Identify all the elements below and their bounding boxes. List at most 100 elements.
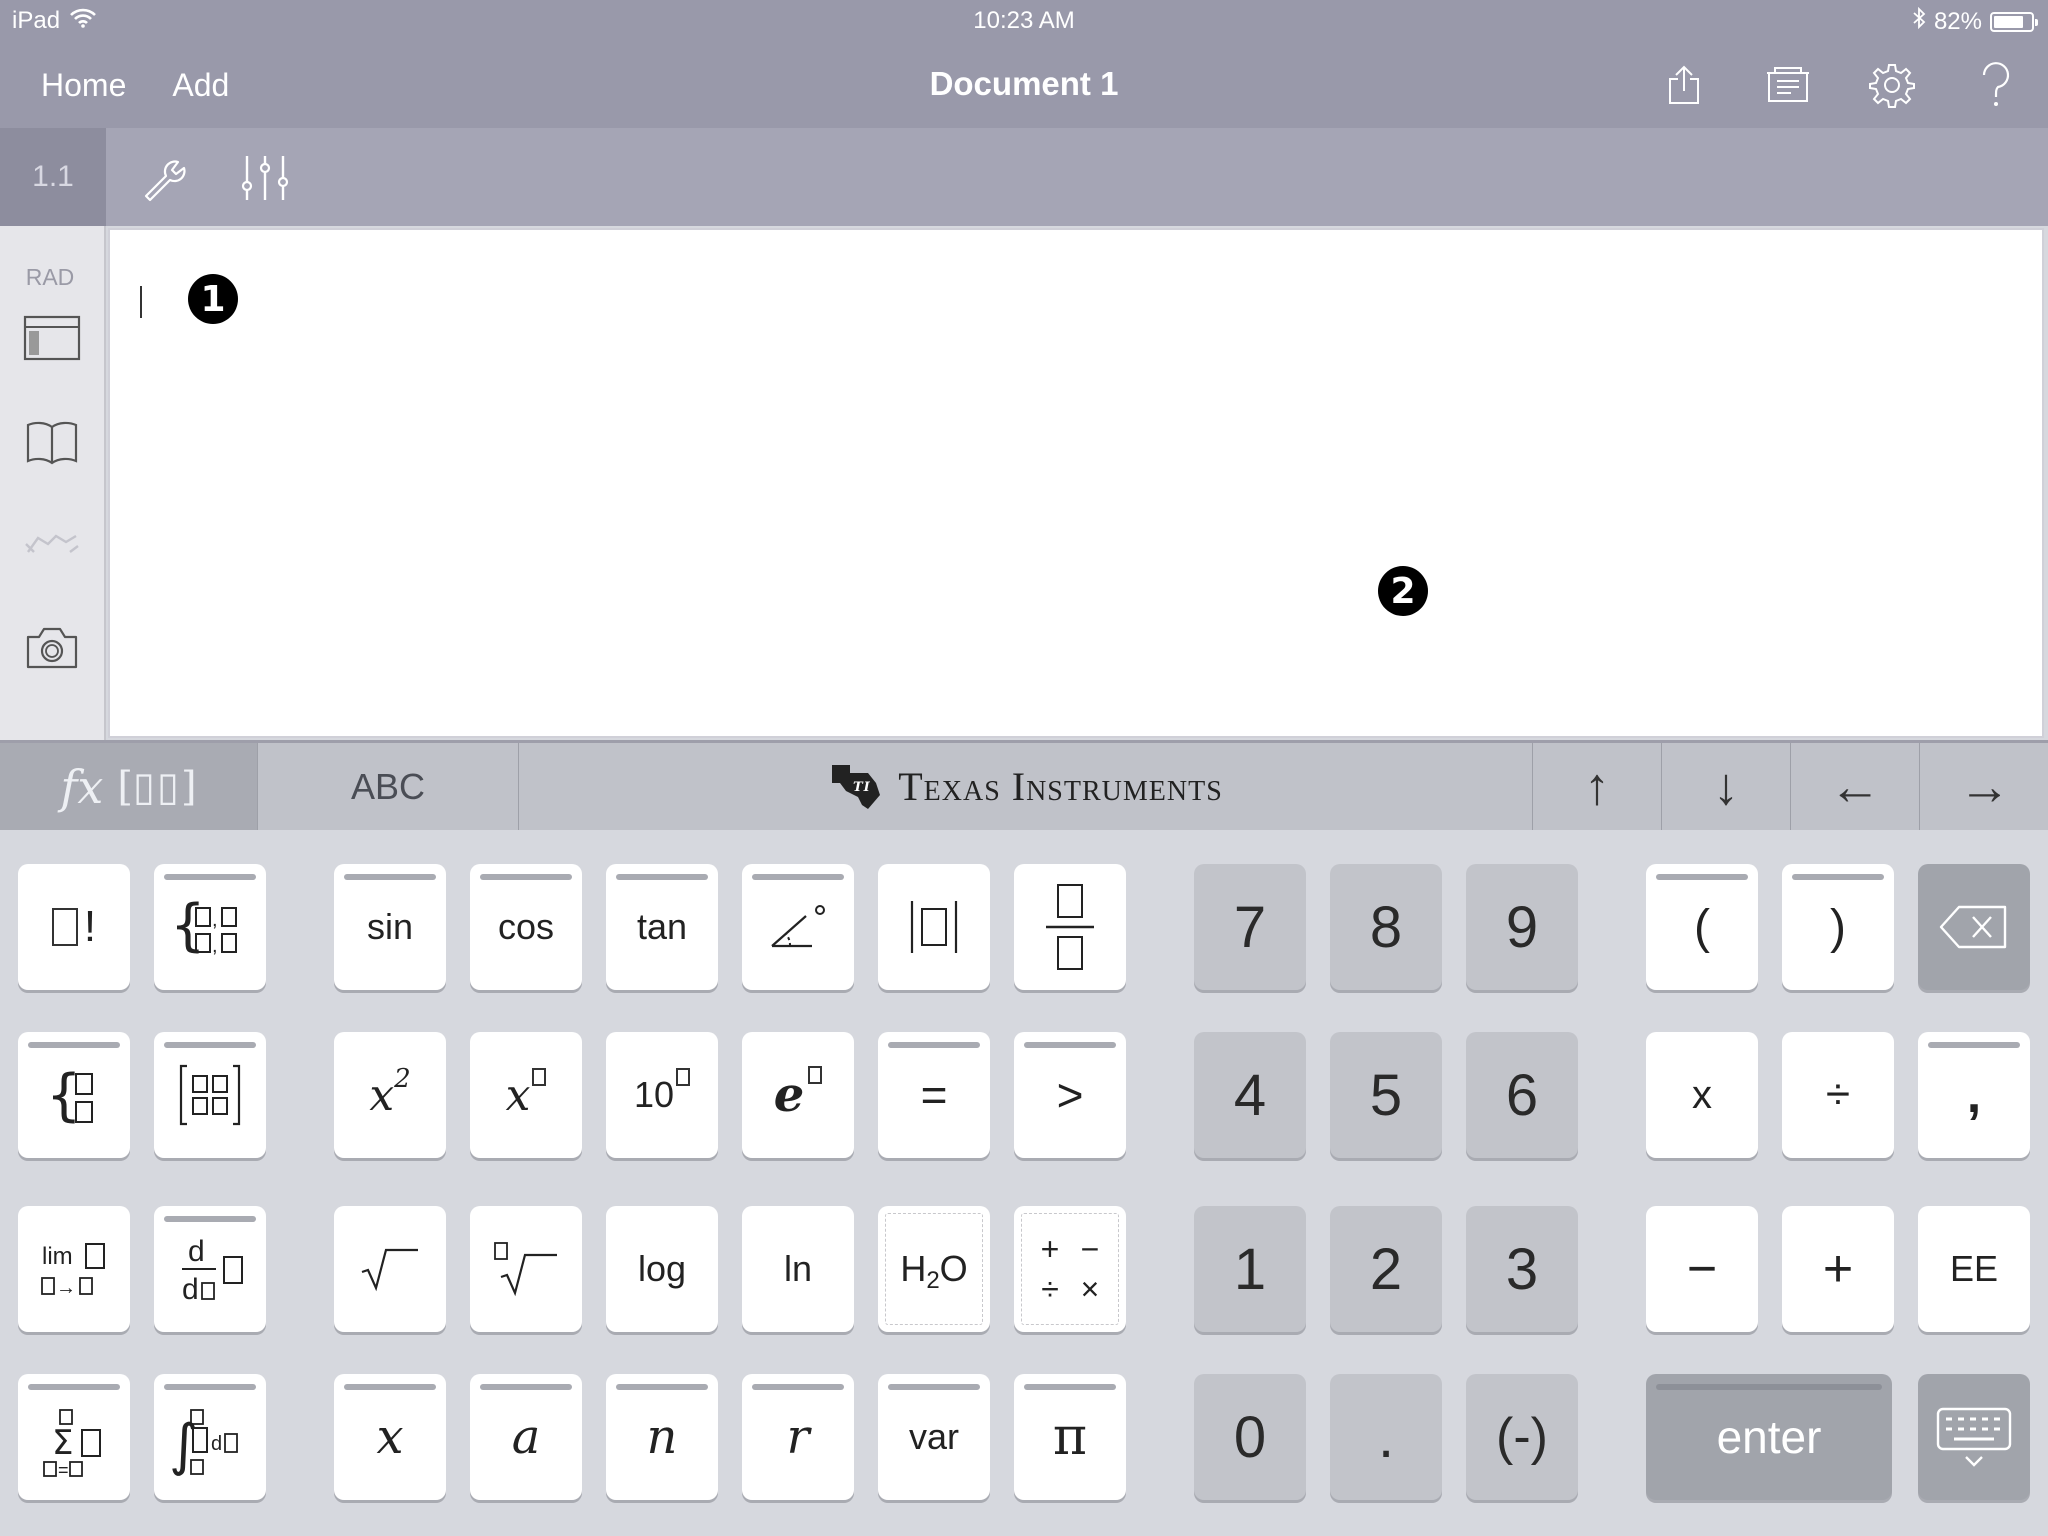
hide-keyboard-key[interactable] <box>1918 1374 2030 1500</box>
ti-state-icon: ti <box>832 764 881 809</box>
sin-key[interactable]: sin <box>334 864 446 990</box>
arrow-left-key[interactable]: ← <box>1791 743 1920 830</box>
fraction-key[interactable] <box>1014 864 1126 990</box>
page-sorter-icon[interactable] <box>20 310 84 366</box>
help-icon[interactable] <box>1944 55 2048 115</box>
digit-5-key[interactable]: 5 <box>1330 1032 1442 1158</box>
add-button[interactable]: Add <box>172 67 229 104</box>
power-key[interactable]: x <box>470 1032 582 1158</box>
gear-icon[interactable] <box>1840 55 1944 115</box>
derivative-key[interactable]: dd <box>154 1206 266 1332</box>
chem-subscript: 2 <box>926 1267 940 1294</box>
minus-key[interactable]: − <box>1646 1206 1758 1332</box>
square-key[interactable]: x2 <box>334 1032 446 1158</box>
negative-key[interactable]: (-) <box>1466 1374 1578 1500</box>
equals-key[interactable]: = <box>878 1032 990 1158</box>
nth-root-key[interactable] <box>470 1206 582 1332</box>
svg-text:lim: lim <box>42 1243 73 1270</box>
var-x-key[interactable]: x <box>334 1374 446 1500</box>
digit-9-key[interactable]: 9 <box>1466 864 1578 990</box>
chem-h: H <box>900 1248 927 1289</box>
tan-key[interactable]: tan <box>606 864 718 990</box>
backspace-key[interactable] <box>1918 864 2030 990</box>
svg-text:d: d <box>211 1433 222 1455</box>
sum-key[interactable]: Σ = <box>18 1374 130 1500</box>
handshake-icon <box>20 516 84 572</box>
svg-text:d: d <box>182 1273 199 1306</box>
left-paren-key[interactable]: ( <box>1646 864 1758 990</box>
chemistry-box-key[interactable]: H2O <box>878 1206 990 1332</box>
arrow-up-key[interactable]: ↑ <box>1533 743 1662 830</box>
var-a-key[interactable]: a <box>470 1374 582 1500</box>
matrix-template-key[interactable] <box>154 1032 266 1158</box>
page-tab[interactable]: 1.1 <box>0 128 106 226</box>
var-key[interactable]: var <box>878 1374 990 1500</box>
arrow-down-key[interactable]: ↓ <box>1662 743 1791 830</box>
pi-key[interactable]: π <box>1014 1374 1126 1500</box>
digit-4-key[interactable]: 4 <box>1194 1032 1306 1158</box>
fx-label: fx <box>60 759 104 814</box>
ten-power-key[interactable]: 10 <box>606 1032 718 1158</box>
divide-key[interactable]: ÷ <box>1782 1032 1894 1158</box>
arrow-right-key[interactable]: → <box>1920 743 2048 830</box>
ln-key[interactable]: ln <box>742 1206 854 1332</box>
toolbar: 1.1 <box>0 128 2048 226</box>
matrix-template-icon: [▯▯] <box>117 763 197 810</box>
cos-key[interactable]: cos <box>470 864 582 990</box>
absolute-value-key[interactable] <box>878 864 990 990</box>
ops-divide: ÷ <box>1041 1271 1059 1307</box>
text-cursor <box>140 286 142 318</box>
callout-marker-1: 1 <box>188 274 238 324</box>
brand-name: Texas Instruments <box>898 764 1223 809</box>
home-button[interactable]: Home <box>41 67 126 104</box>
digit-7-key[interactable]: 7 <box>1194 864 1306 990</box>
sliders-icon[interactable] <box>235 152 295 204</box>
ops-times: × <box>1080 1271 1100 1307</box>
svg-text:ti: ti <box>853 775 871 796</box>
angle-mode-label[interactable]: RAD <box>0 264 100 291</box>
texas-instruments-logo: ti Texas Instruments <box>519 743 1533 830</box>
math-keyboard-tab[interactable]: fx [▯▯] <box>0 743 258 830</box>
right-paren-key[interactable]: ) <box>1782 864 1894 990</box>
abc-keyboard-tab[interactable]: ABC <box>258 743 519 830</box>
log-key[interactable]: log <box>606 1206 718 1332</box>
keyboard-header: fx [▯▯] ABC ti Texas Instruments ↑ ↓ ← → <box>0 740 2048 830</box>
sqrt-key[interactable] <box>334 1206 446 1332</box>
system-template-key[interactable]: { <box>18 1032 130 1158</box>
digit-2-key[interactable]: 2 <box>1330 1206 1442 1332</box>
svg-text:,: , <box>212 909 218 931</box>
chem-o: O <box>939 1248 968 1289</box>
digit-0-key[interactable]: 0 <box>1194 1374 1306 1500</box>
digit-6-key[interactable]: 6 <box>1466 1032 1578 1158</box>
digit-1-key[interactable]: 1 <box>1194 1206 1306 1332</box>
integral-key[interactable]: ∫ d <box>154 1374 266 1500</box>
book-icon[interactable] <box>20 414 84 470</box>
exp-key[interactable]: e <box>742 1032 854 1158</box>
limit-key[interactable]: lim → <box>18 1206 130 1332</box>
title-bar: iPad 10:23 AM 82% Home Add Document 1 <box>0 0 2048 128</box>
digit-8-key[interactable]: 8 <box>1330 864 1442 990</box>
decimal-key[interactable]: . <box>1330 1374 1442 1500</box>
ee-key[interactable]: EE <box>1918 1206 2030 1332</box>
comma-key[interactable]: , <box>1918 1032 2030 1158</box>
svg-text:→: → <box>56 1277 76 1299</box>
angle-key[interactable] <box>742 864 854 990</box>
camera-icon[interactable] <box>20 620 84 676</box>
square-exponent: 2 <box>394 1064 411 1094</box>
calculator-work-area[interactable]: 1 2 <box>108 228 2044 738</box>
var-r-key[interactable]: r <box>742 1374 854 1500</box>
multiply-key[interactable]: x <box>1646 1032 1758 1158</box>
document-settings-icon[interactable] <box>1736 55 1840 115</box>
operators-menu-key[interactable]: + − ÷ × <box>1014 1206 1126 1332</box>
piecewise-template-key[interactable]: {,, <box>154 864 266 990</box>
enter-key[interactable]: enter <box>1646 1374 1892 1500</box>
digit-3-key[interactable]: 3 <box>1466 1206 1578 1332</box>
wrench-icon[interactable] <box>134 152 194 204</box>
factorial-key[interactable]: ! <box>18 864 130 990</box>
plus-key[interactable]: + <box>1782 1206 1894 1332</box>
share-icon[interactable] <box>1632 55 1736 115</box>
square-base: x <box>369 1069 395 1121</box>
svg-text:d: d <box>188 1235 205 1268</box>
var-n-key[interactable]: n <box>606 1374 718 1500</box>
greater-than-key[interactable]: > <box>1014 1032 1126 1158</box>
